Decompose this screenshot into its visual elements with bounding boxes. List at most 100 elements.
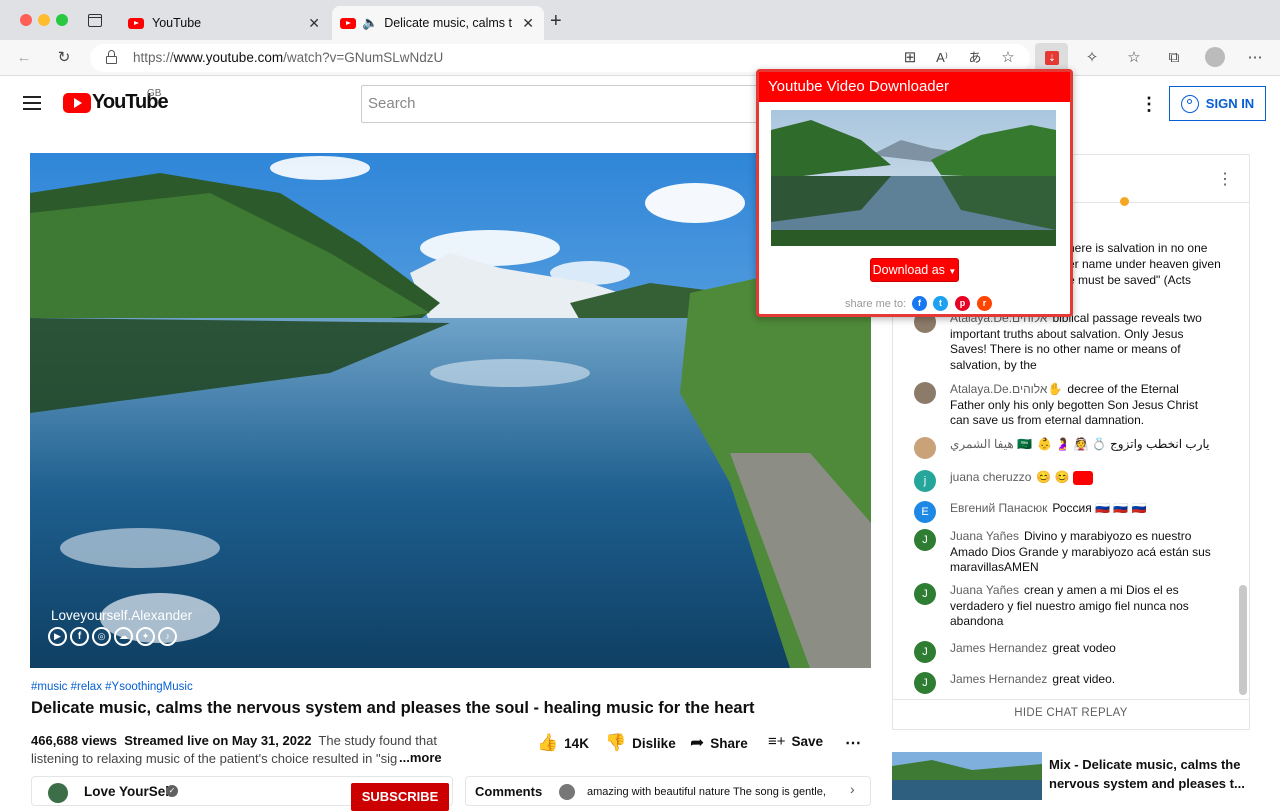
more-actions-icon[interactable]: ⋯ — [845, 733, 861, 753]
popup-title: Youtube Video Downloader — [759, 72, 1070, 102]
chat-avatar — [914, 382, 936, 404]
chat-menu-icon[interactable]: ⋮ — [1217, 169, 1233, 189]
share-label: share me to: — [845, 298, 907, 310]
recommended-video-title[interactable]: Mix - Delicate music, calms the nervous … — [1049, 755, 1245, 793]
dislike-button[interactable]: 👎 Dislike — [605, 733, 676, 753]
pinterest-share-icon[interactable]: p — [955, 296, 970, 311]
more-menu-icon[interactable]: ⋯ — [1243, 46, 1267, 70]
collections-icon[interactable]: ⧉ — [1162, 46, 1186, 70]
search-input[interactable]: Search — [361, 85, 761, 123]
settings-more-icon[interactable]: ⋮ — [1140, 94, 1158, 115]
thumbs-up-icon: 👍 — [537, 733, 559, 752]
favorites-icon[interactable]: ☆ — [1122, 46, 1146, 70]
hide-chat-replay-button[interactable]: HIDE CHAT REPLAY — [893, 707, 1249, 719]
close-tab-icon[interactable]: ✕ — [308, 15, 320, 32]
minimize-window-button[interactable] — [38, 14, 50, 26]
partial-line: here is salvation in no one — [1068, 241, 1208, 255]
url-domain: www.youtube.com — [173, 50, 284, 65]
chat-author: Atalaya.De.אלוהים✋ — [950, 382, 1063, 396]
comment-preview: amazing with beautiful nature The song i… — [587, 786, 826, 798]
chat-avatar: J — [914, 583, 936, 605]
channel-name[interactable]: Love YourSelf — [84, 784, 174, 799]
account-icon — [1180, 94, 1199, 113]
hamburger-menu-icon[interactable] — [23, 96, 41, 110]
read-aloud-icon[interactable]: A⁾ — [930, 46, 954, 70]
tab-actions-icon[interactable] — [88, 14, 102, 27]
app-available-icon[interactable]: ⊞ — [898, 46, 922, 70]
add-favorite-icon[interactable]: ☆ — [996, 46, 1020, 70]
url-path: /watch?v=GNumSLwNdzU — [283, 50, 444, 65]
chat-message[interactable]: Atalaya.De.אלוהים biblical passage reveal… — [914, 311, 1214, 373]
chat-author: Евгений Панасюк — [950, 501, 1048, 515]
youtube-logo-icon[interactable] — [63, 93, 91, 113]
download-as-button[interactable]: Download as ▼ — [870, 258, 959, 282]
chat-message[interactable]: E Евгений Панасюк Россия 🇷🇺 🇷🇺 🇷🇺 — [914, 501, 1214, 523]
refresh-icon[interactable]: ↻ — [52, 46, 76, 70]
like-count: 14K — [564, 735, 589, 751]
chat-message[interactable]: J James Hernandez great video. — [914, 672, 1214, 694]
emoji-row: 👶 🤰 👰 💍 — [1036, 437, 1107, 451]
popup-video-thumbnail — [771, 110, 1056, 246]
chat-message[interactable]: J James Hernandez great vodeo — [914, 641, 1214, 663]
chat-author: juana cheruzzo — [950, 470, 1032, 484]
dislike-label: Dislike — [632, 735, 676, 751]
chat-avatar: J — [914, 641, 936, 663]
profile-avatar[interactable] — [1205, 47, 1225, 67]
expand-comments-icon[interactable]: › — [850, 781, 855, 797]
chat-message[interactable]: J Juana Yañes crean y amen a mi Dios el e… — [914, 583, 1214, 630]
chat-scrollbar[interactable] — [1239, 585, 1247, 695]
video-player[interactable]: Loveyourself.Alexander ▶ f ◎ ☁ ✦ ♪ — [30, 153, 871, 668]
video-frame-landscape — [30, 153, 871, 668]
facebook-share-icon[interactable]: f — [912, 296, 927, 311]
chat-author: هيفا الشمري 🇸🇦 — [950, 437, 1032, 451]
description-line-2: listening to relaxing music of the patie… — [31, 751, 405, 766]
save-button[interactable]: ≡+ Save — [768, 733, 823, 750]
share-button[interactable]: ➦ Share — [690, 733, 748, 753]
tab-label: Delicate music, calms the — [384, 16, 513, 30]
chat-author: Juana Yañes — [950, 529, 1019, 543]
new-tab-button[interactable]: + — [550, 10, 562, 33]
url-text[interactable]: https://www.youtube.com/watch?v=GNumSLwN… — [133, 50, 443, 65]
chat-avatar — [914, 437, 936, 459]
like-button[interactable]: 👍 14K — [537, 733, 589, 753]
soundcloud-icon: ☁ — [114, 627, 133, 646]
close-window-button[interactable] — [20, 14, 32, 26]
close-tab-icon[interactable]: ✕ — [522, 15, 534, 32]
chat-avatar: j — [914, 470, 936, 492]
show-more-link[interactable]: ...more — [397, 750, 442, 765]
view-count: 466,688 views — [31, 733, 118, 748]
video-watermark: Loveyourself.Alexander — [51, 608, 193, 623]
chat-text: great vodeo — [1052, 641, 1116, 655]
download-label: Download as — [872, 263, 945, 277]
chat-author: James Hernandez — [950, 672, 1048, 686]
video-description[interactable]: 466,688 views Streamed live on May 31, 2… — [31, 732, 451, 768]
youtube-icon: ▶ — [48, 627, 67, 646]
video-title: Delicate music, calms the nervous system… — [31, 699, 755, 717]
video-hashtags[interactable]: #music #relax #YsoothingMusic — [31, 681, 193, 693]
tiktok-icon: ♪ — [158, 627, 177, 646]
recommended-video-thumbnail[interactable] — [892, 752, 1042, 800]
translate-icon[interactable]: あ — [963, 46, 987, 70]
subscribe-button[interactable]: SUBSCRIBE — [351, 783, 449, 811]
twitter-share-icon[interactable]: t — [933, 296, 948, 311]
chat-author: Juana Yañes — [950, 583, 1019, 597]
chat-message[interactable]: J Juana Yañes Divino y marabiyozo es nues… — [914, 529, 1214, 576]
chat-avatar: E — [914, 501, 936, 523]
reddit-share-icon[interactable]: r — [977, 296, 992, 311]
thumbs-down-icon: 👎 — [605, 733, 627, 752]
stream-date: Streamed live on May 31, 2022 — [124, 733, 312, 748]
chat-message[interactable]: j juana cheruzzo 😊 😊 — [914, 470, 1214, 492]
thumbnail-landscape — [892, 752, 1042, 800]
speaker-icon[interactable]: 🔈 — [362, 15, 378, 31]
lock-icon[interactable] — [106, 50, 117, 64]
back-icon[interactable]: ← — [12, 46, 36, 70]
tab-delicate-music[interactable]: 🔈 Delicate music, calms the ✕ — [332, 6, 544, 40]
sign-in-button[interactable]: SIGN IN — [1169, 86, 1266, 121]
extensions-icon[interactable]: ✧ — [1080, 46, 1104, 70]
chat-message[interactable]: هيفا الشمري 🇸🇦 👶 🤰 👰 💍 يارب انخطب واتزوج — [914, 437, 1214, 459]
maximize-window-button[interactable] — [56, 14, 68, 26]
channel-avatar[interactable] — [48, 783, 68, 803]
sign-in-label: SIGN IN — [1205, 96, 1255, 111]
tab-youtube[interactable]: YouTube ✕ — [118, 6, 330, 40]
chat-message[interactable]: Atalaya.De.אלוהים✋ decree of the Eternal … — [914, 382, 1214, 429]
